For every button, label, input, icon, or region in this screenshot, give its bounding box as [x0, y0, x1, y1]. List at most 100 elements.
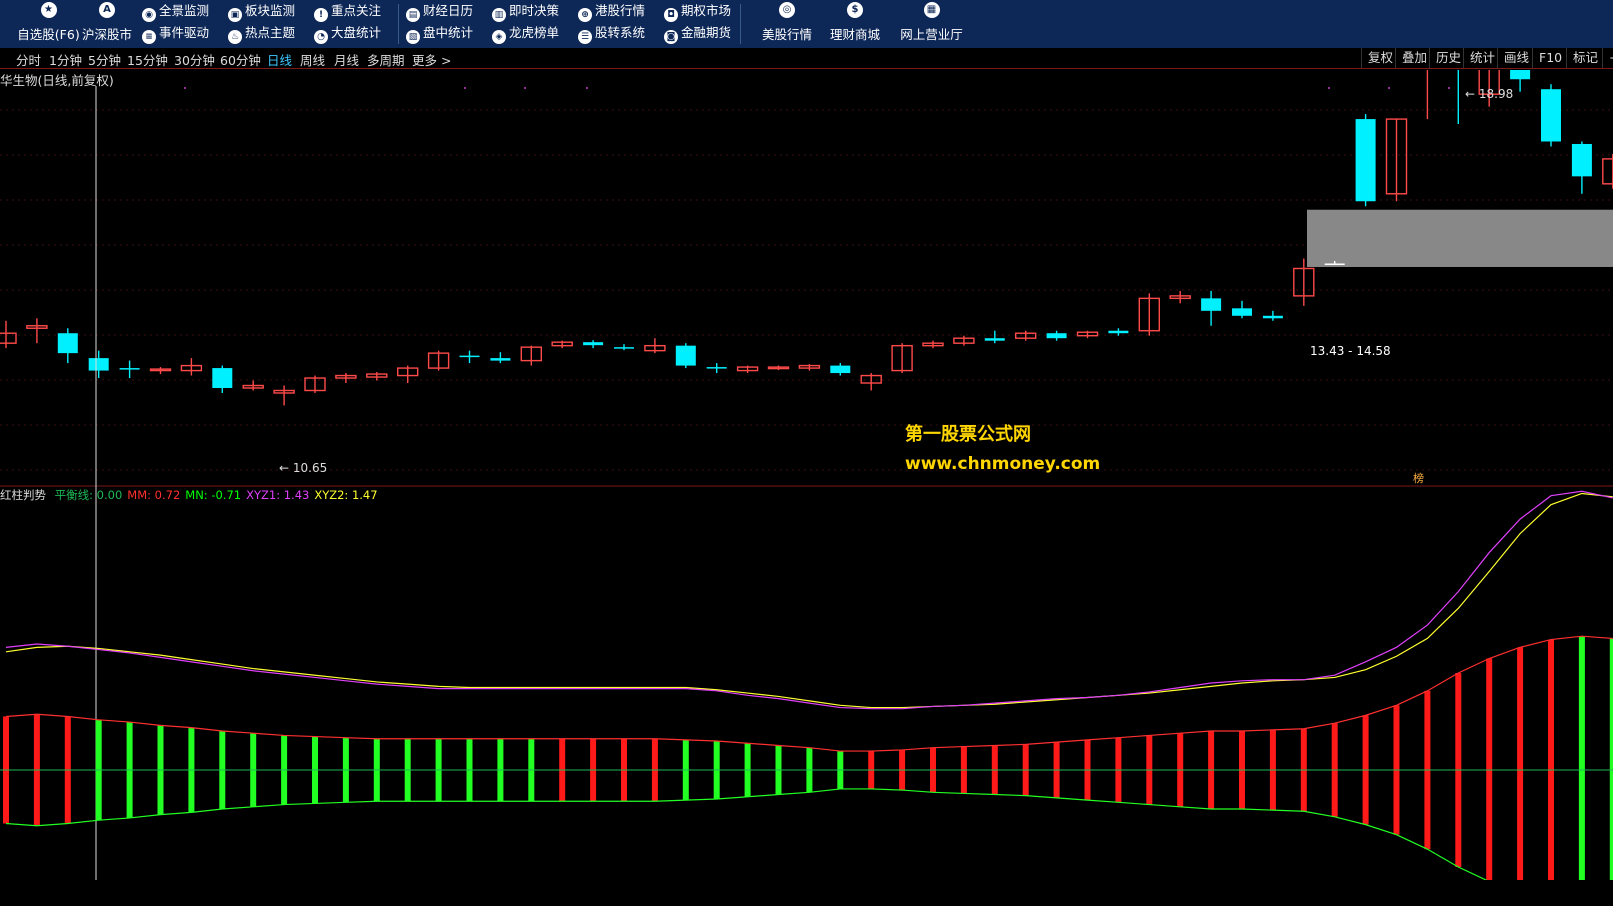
toolbar-stack-button[interactable]: ☰ 股转系统 [578, 22, 645, 44]
xyz1-line [5, 490, 1613, 710]
indicator-value: MM: 0.72 [127, 488, 181, 502]
right-tool-button[interactable]: 历史 [1429, 48, 1467, 68]
candle-body [830, 365, 851, 374]
marker-dot [184, 87, 186, 89]
rank-tag: 榜 [1413, 471, 1424, 485]
globe-icon: ◉ [142, 8, 156, 22]
candle-body [1510, 70, 1531, 80]
toolbar-hk-button[interactable]: ⊕ 港股行情 [578, 0, 645, 22]
indicator-value: XYZ2: 1.47 [314, 488, 378, 502]
indicator-legend: 红柱判势 平衡线: 0.00 MM: 0.72 MN: -0.71 XYZ1: 1.4… [0, 487, 383, 503]
toolbar-board-button[interactable]: ▧ 盘中统计 [406, 22, 473, 44]
period-tab[interactable]: 15分钟 [127, 50, 168, 69]
toolbar-us-stock-button[interactable]: ◎ 美股行情 [758, 0, 816, 43]
period-tab[interactable]: 周线 [300, 50, 325, 69]
toolbar-shop-button[interactable]: ▦ 网上营业厅 [896, 0, 967, 43]
toolbar-label: 大盘统计 [331, 25, 382, 40]
top-toolbar: ★ 自选股(F6) A 沪深股市 ◎ 美股行情 $ 理财商城 ▦ 网上营业厅 ◉ 全景监测 ▣ 板块监测!… [0, 0, 1613, 48]
period-tab[interactable]: 更多 > [412, 50, 451, 69]
xyz2-line [5, 492, 1613, 709]
toolbar-label: 理财商城 [829, 27, 880, 42]
period-tab[interactable]: 多周期 [367, 50, 405, 69]
hist-bar [1517, 647, 1524, 880]
shop-icon: ▦ [923, 2, 940, 18]
toolbar-label: 即时决策 [509, 3, 560, 18]
toolbar-fire-button[interactable]: ♨ 热点主题 [228, 22, 295, 44]
right-tool-button[interactable]: 统计 [1463, 48, 1501, 68]
moneybag-icon: $ [847, 2, 863, 18]
toolbar-label: 板块监测 [245, 3, 296, 18]
toolbar-label: 美股行情 [761, 27, 812, 42]
marker-dot [1448, 87, 1450, 89]
toolbar-label: 事件驱动 [159, 25, 210, 40]
candle-body [88, 358, 109, 371]
period-tab[interactable]: 1分钟 [49, 50, 82, 69]
period-tab[interactable]: 60分钟 [220, 50, 261, 69]
toolbar-dragon-button[interactable]: ◈ 龙虎榜单 [492, 22, 559, 44]
candle-body [1108, 330, 1129, 334]
candle-body [1262, 315, 1283, 319]
candle-body [212, 368, 233, 388]
stack-icon: ☰ [578, 30, 592, 44]
hist-bar [1486, 658, 1493, 880]
marker-dot [1328, 87, 1330, 89]
high-label: ← 18.98 [1465, 87, 1513, 101]
a-share-icon: A [99, 2, 115, 18]
toolbar-pie-button[interactable]: ◔ 大盘统计 [314, 22, 381, 44]
marker-dot [524, 87, 526, 89]
toolbar-moneybag-button[interactable]: $ 理财商城 [826, 0, 884, 43]
toolbar-bar-chart-button[interactable]: ▥ 即时决策 [492, 0, 559, 22]
hist-bar [1548, 639, 1554, 880]
toolbar-label: 港股行情 [595, 3, 646, 18]
hist-bar [1578, 636, 1585, 880]
period-tab[interactable]: 5分钟 [88, 50, 121, 69]
period-tab[interactable]: 分时 [16, 50, 41, 69]
toolbar-label: 金融期货 [681, 25, 732, 40]
indicator-value: XYZ1: 1.43 [246, 488, 310, 502]
price-zone [1307, 209, 1613, 267]
candle-body [1201, 298, 1222, 311]
fire-icon: ♨ [228, 30, 242, 44]
period-bar: 分时 1分钟 5分钟 15分钟 30分钟 60分钟 日线 周线 月线 多周期 更多 > 复权 叠加 历史统… [0, 48, 1613, 69]
us-stock-icon: ◎ [779, 2, 795, 18]
marker-dot [586, 87, 588, 89]
warning-icon: ! [314, 8, 328, 22]
futures-icon: ◙ [664, 30, 678, 44]
right-tool-button[interactable]: 叠加 [1395, 48, 1433, 68]
mm-line [5, 635, 1613, 752]
candle-body [675, 345, 696, 366]
period-tab[interactable]: 月线 [334, 50, 359, 69]
indicator-name: 红柱判势 [0, 488, 46, 502]
toolbar-label: 沪深股市 [81, 27, 132, 42]
candle-body [1541, 89, 1561, 142]
right-tool-button[interactable]: 画线 [1497, 48, 1535, 68]
candle-body [583, 342, 604, 346]
right-tool-button[interactable]: 标记 [1566, 48, 1604, 68]
toolbar-globe-button[interactable]: ◉ 全景监测 [142, 0, 209, 22]
low-label: ← 10.65 [279, 461, 327, 475]
toolbar-a-share-button[interactable]: A 沪深股市 [78, 0, 136, 43]
candle-body [614, 347, 634, 349]
toolbar-list-button[interactable]: ≡ 事件驱动 [142, 22, 209, 44]
star-icon: ★ [40, 2, 57, 18]
candle-body [1046, 333, 1067, 339]
candle-body [57, 333, 78, 354]
toolbar-futures-button[interactable]: ◙ 金融期货 [664, 22, 731, 44]
toolbar-label: 重点关注 [331, 3, 382, 18]
toolbar-calendar-button[interactable]: ▤ 财经日历 [406, 0, 473, 22]
period-tab[interactable]: 30分钟 [174, 50, 215, 69]
period-tab[interactable]: 日线 [267, 50, 292, 69]
hk-icon: ⊕ [578, 8, 592, 22]
toolbar-warning-button[interactable]: ! 重点关注 [314, 0, 381, 22]
board-icon: ▧ [406, 30, 420, 44]
indicator-value: 平衡线: 0.00 [54, 488, 123, 502]
watermark-title: 第一股票公式网 [905, 424, 1031, 445]
right-tool-button[interactable]: + [1602, 48, 1613, 68]
right-tool-button[interactable]: 复权 [1361, 48, 1399, 68]
toolbar-label: 盘中统计 [423, 25, 474, 40]
right-tool-button[interactable]: F10 [1532, 48, 1568, 68]
calendar-icon: ▤ [406, 8, 420, 22]
candle-body [1602, 158, 1613, 185]
toolbar-car-button[interactable]: ◘ 期权市场 [664, 0, 731, 22]
toolbar-image-button[interactable]: ▣ 板块监测 [228, 0, 295, 22]
